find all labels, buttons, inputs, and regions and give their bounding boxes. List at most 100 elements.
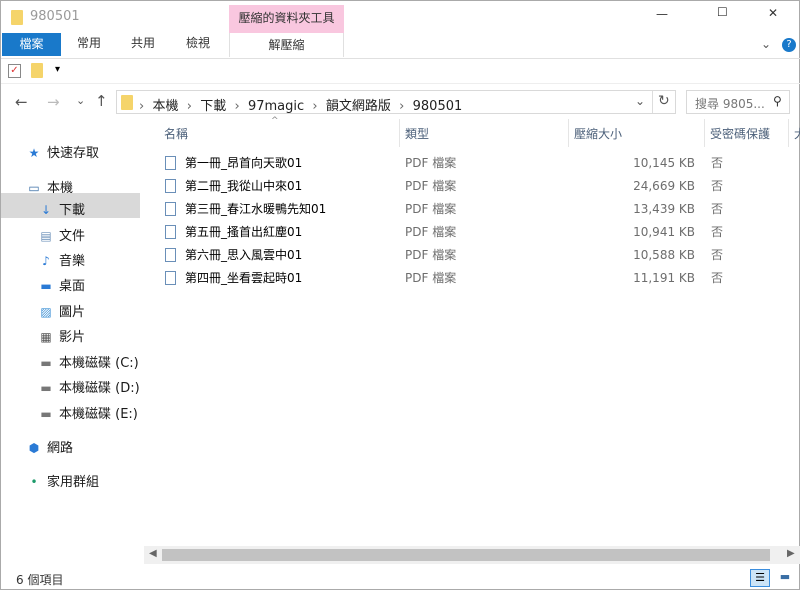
sidebar-item-label: 快速存取 [47, 146, 100, 161]
document-icon: ▤ [40, 229, 52, 243]
file-row[interactable]: 第三冊_春江水暖鴨先知01 PDF 檔案 13,439 KB 否 [165, 198, 725, 221]
tab-home[interactable]: 常用 [77, 31, 101, 55]
pdf-file-icon [165, 179, 176, 193]
search-input[interactable]: 搜尋 9805... ⚲ [686, 90, 790, 114]
pdf-file-icon [165, 225, 176, 239]
file-type: PDF 檔案 [405, 248, 457, 262]
minimize-button[interactable]: — [656, 7, 668, 21]
back-button[interactable]: ← [15, 93, 28, 111]
file-row[interactable]: 第四冊_坐看雲起時01 PDF 檔案 11,191 KB 否 [165, 267, 725, 290]
file-type: PDF 檔案 [405, 156, 457, 170]
sidebar-item-label: 本機磁碟 (D:) [59, 381, 140, 396]
chevron-down-icon[interactable]: ⌄ [761, 37, 771, 51]
address-dropdown[interactable]: ⌄ [635, 94, 645, 108]
file-row[interactable]: 第一冊_昂首向天歌01 PDF 檔案 10,145 KB 否 [165, 152, 725, 175]
sidebar-item-label: 本機磁碟 (E:) [59, 407, 138, 422]
sidebar-item[interactable]: ▦ 影片 [39, 326, 85, 345]
file-size: 10,145 KB [633, 156, 695, 170]
maximize-button[interactable]: ☐ [717, 5, 728, 19]
tab-extract[interactable]: 解壓縮 [229, 33, 344, 57]
file-name: 第五冊_搔首出紅塵01 [185, 225, 303, 239]
column-compressed-size[interactable]: 壓縮大小 [574, 125, 622, 142]
sidebar-item[interactable]: ▬ 本機磁碟 (C:) [39, 352, 139, 371]
column-password-protected[interactable]: 受密碼保護 [710, 125, 770, 142]
drive-icon: ▬ [40, 407, 52, 421]
file-protected: 否 [711, 248, 724, 262]
address-bar[interactable]: › 本機 › 下載 › 97magic › 韻文網路版 › 980501 ⌄ ↻ [116, 90, 676, 114]
window-title: 980501 [30, 9, 80, 24]
file-protected: 否 [711, 156, 724, 170]
crumb[interactable]: 韻文網路版 [326, 99, 391, 114]
sidebar-item[interactable]: • 家用群組 [27, 471, 99, 490]
crumb[interactable]: 本機 [152, 99, 178, 114]
file-type: PDF 檔案 [405, 225, 457, 239]
sidebar-item-label: 文件 [59, 229, 86, 244]
new-folder-icon[interactable] [31, 63, 43, 81]
file-row[interactable]: 第五冊_搔首出紅塵01 PDF 檔案 10,941 KB 否 [165, 221, 725, 244]
file-name: 第二冊_我從山中來01 [185, 179, 303, 193]
forward-button[interactable]: → [47, 93, 60, 111]
horizontal-scrollbar[interactable]: ◀ ▶ [144, 546, 800, 564]
folder-icon [11, 10, 23, 28]
sidebar-item[interactable]: ★ 快速存取 [27, 142, 99, 161]
sidebar-item[interactable]: ▬ 本機磁碟 (D:) [39, 377, 140, 396]
network-icon: ⬢ [28, 441, 40, 455]
folder-icon [121, 95, 133, 110]
close-button[interactable]: ✕ [768, 6, 778, 20]
music-icon: ♪ [42, 254, 50, 268]
file-name: 第一冊_昂首向天歌01 [185, 156, 303, 170]
sidebar-item[interactable]: ▬ 桌面 [39, 275, 85, 294]
up-button[interactable]: ↑ [95, 92, 108, 110]
scrollbar-thumb[interactable] [162, 549, 770, 561]
file-size: 10,941 KB [633, 225, 695, 239]
homegroup-icon: • [30, 475, 38, 489]
sidebar-item[interactable]: ⬢ 網路 [27, 437, 73, 456]
sidebar-item[interactable]: ▤ 文件 [39, 225, 85, 244]
crumb[interactable]: 980501 [413, 99, 463, 114]
sidebar-item-label: 網路 [47, 441, 74, 456]
crumb[interactable]: 97magic [248, 99, 304, 114]
file-row[interactable]: 第六冊_思入風雲中01 PDF 檔案 10,588 KB 否 [165, 244, 725, 267]
column-type[interactable]: 類型 [405, 125, 429, 142]
context-tab-group: 壓縮的資料夾工具 [229, 5, 344, 33]
large-icons-view-button[interactable]: ▬ [775, 569, 795, 587]
qat-dropdown[interactable]: ▾ [55, 64, 60, 75]
file-name: 第六冊_思入風雲中01 [185, 248, 303, 262]
sidebar-item[interactable]: ▨ 圖片 [39, 301, 85, 320]
file-size: 24,669 KB [633, 179, 695, 193]
file-type: PDF 檔案 [405, 271, 457, 285]
sidebar-item[interactable]: ♪ 音樂 [39, 250, 85, 269]
tab-share[interactable]: 共用 [131, 31, 155, 55]
file-protected: 否 [711, 202, 724, 216]
pdf-file-icon [165, 202, 176, 216]
sidebar-item-label: 本機磁碟 (C:) [59, 356, 139, 371]
file-size: 10,588 KB [633, 248, 695, 262]
properties-icon[interactable]: ✓ [8, 64, 21, 78]
file-row[interactable]: 第二冊_我從山中來01 PDF 檔案 24,669 KB 否 [165, 175, 725, 198]
recent-dropdown[interactable]: ⌄ [76, 94, 85, 107]
pdf-file-icon [165, 248, 176, 262]
file-size: 11,191 KB [633, 271, 695, 285]
crumb[interactable]: 下載 [200, 99, 226, 114]
column-size[interactable]: 大 [794, 125, 800, 142]
file-protected: 否 [711, 271, 724, 285]
tab-file[interactable]: 檔案 [2, 33, 61, 56]
file-type: PDF 檔案 [405, 179, 457, 193]
star-icon: ★ [28, 146, 40, 160]
sidebar-item-label: 圖片 [59, 305, 86, 320]
sidebar-item[interactable]: ▬ 本機磁碟 (E:) [39, 403, 138, 422]
refresh-icon[interactable]: ↻ [658, 93, 670, 109]
sidebar-item-label: 音樂 [59, 254, 86, 269]
column-name[interactable]: 名稱 [164, 125, 188, 142]
sidebar-item[interactable]: ↓ 下載 [39, 199, 85, 218]
breadcrumb: › 本機 › 下載 › 97magic › 韻文網路版 › 980501 [139, 99, 463, 114]
pdf-file-icon [165, 156, 176, 170]
details-view-button[interactable]: ☰ [750, 569, 770, 587]
help-button[interactable]: ? [782, 38, 796, 52]
download-icon: ↓ [40, 203, 52, 217]
search-placeholder: 搜尋 9805... [695, 97, 765, 111]
tab-view[interactable]: 檢視 [186, 31, 210, 55]
sidebar-item-label: 家用群組 [47, 475, 100, 490]
picture-icon: ▨ [40, 305, 52, 319]
sort-arrow-icon: ^ [271, 116, 279, 126]
